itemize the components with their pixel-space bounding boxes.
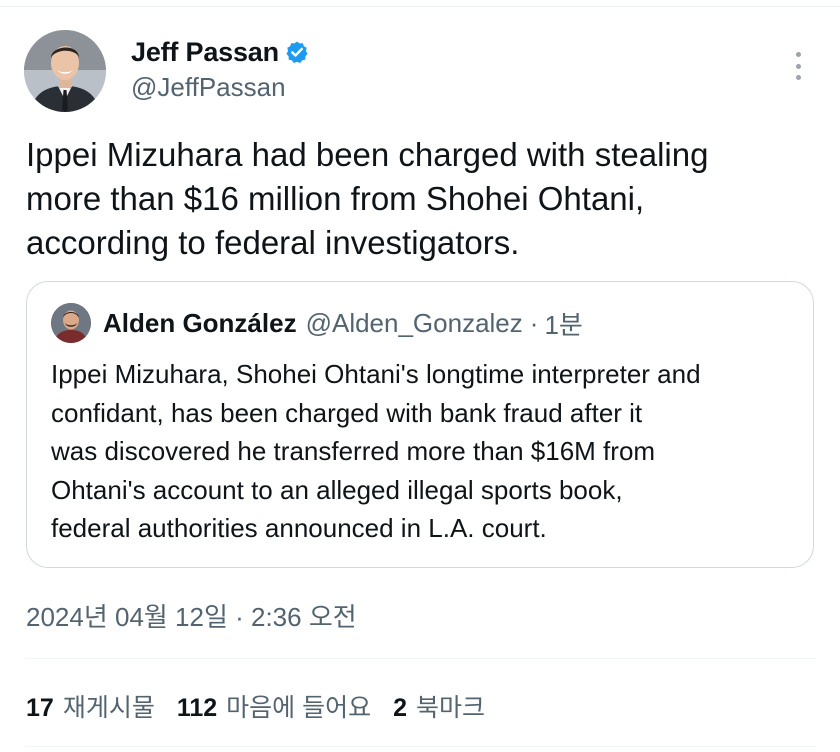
quoted-text-line: Ippei Mizuhara, Shohei Ohtani's longtime… xyxy=(51,359,701,389)
more-options-icon[interactable] xyxy=(786,48,810,84)
stats-divider-top xyxy=(26,658,816,659)
reposts-label: 재게시물 xyxy=(62,694,155,722)
bookmarks-stat[interactable]: 2 북마크 xyxy=(393,688,485,724)
quoted-tweet-text: Ippei Mizuhara, Shohei Ohtani's longtime… xyxy=(51,355,801,548)
bookmarks-label: 북마크 xyxy=(416,694,486,722)
quoted-profile-photo-icon xyxy=(51,303,91,343)
quoted-author-handle[interactable]: @Alden_Gonzalez xyxy=(306,308,523,339)
separator-dot: · xyxy=(529,307,539,338)
reposts-stat[interactable]: 17 재게시물 xyxy=(26,688,155,724)
quoted-tweet-header: Alden González @Alden_Gonzalez · 1분 xyxy=(51,303,583,343)
author-name-row: Jeff Passan xyxy=(131,36,309,68)
author-avatar[interactable] xyxy=(24,30,106,112)
likes-label: 마음에 들어요 xyxy=(226,694,372,722)
tweet-text-line: Ippei Mizuhara had been charged with ste… xyxy=(26,136,709,173)
stats-divider-bottom xyxy=(26,746,816,747)
quoted-text-line: was discovered he transferred more than … xyxy=(51,436,656,466)
quoted-text-line: confidant, has been charged with bank fr… xyxy=(51,397,643,428)
quoted-author-avatar[interactable] xyxy=(51,303,91,343)
top-divider xyxy=(0,6,840,7)
profile-photo-icon xyxy=(24,30,106,112)
tweet-text-line: according to federal investigators. xyxy=(26,224,520,261)
tweet-text: Ippei Mizuhara had been charged with ste… xyxy=(26,133,816,265)
quoted-text-line: Ohtani's account to an alleged illegal s… xyxy=(51,474,623,505)
verified-badge-icon xyxy=(285,40,309,64)
quoted-author-name[interactable]: Alden González xyxy=(103,308,297,339)
engagement-stats: 17 재게시물 112 마음에 들어요 2 북마크 xyxy=(26,688,507,724)
likes-stat[interactable]: 112 마음에 들어요 xyxy=(177,688,371,724)
author-display-name[interactable]: Jeff Passan xyxy=(131,37,279,68)
tweet-timestamp[interactable]: 2024년 04월 12일 · 2:36 오전 xyxy=(26,597,357,634)
quoted-text-line: federal authorities announced in L.A. co… xyxy=(51,513,547,543)
tweet-text-line: more than $16 million from Shohei Ohtani… xyxy=(26,180,645,217)
author-handle[interactable]: @JeffPassan xyxy=(131,72,309,103)
reposts-count: 17 xyxy=(26,694,54,722)
tweet-card: Jeff Passan @JeffPassan Ippei Mizuhara h… xyxy=(0,0,840,752)
likes-count: 112 xyxy=(176,694,218,722)
bookmarks-count: 2 xyxy=(393,694,408,722)
quoted-tweet-card[interactable]: Alden González @Alden_Gonzalez · 1분 Ippe… xyxy=(26,281,814,568)
author-block: Jeff Passan @JeffPassan xyxy=(131,36,309,103)
quoted-tweet-time[interactable]: 1분 xyxy=(544,305,582,342)
